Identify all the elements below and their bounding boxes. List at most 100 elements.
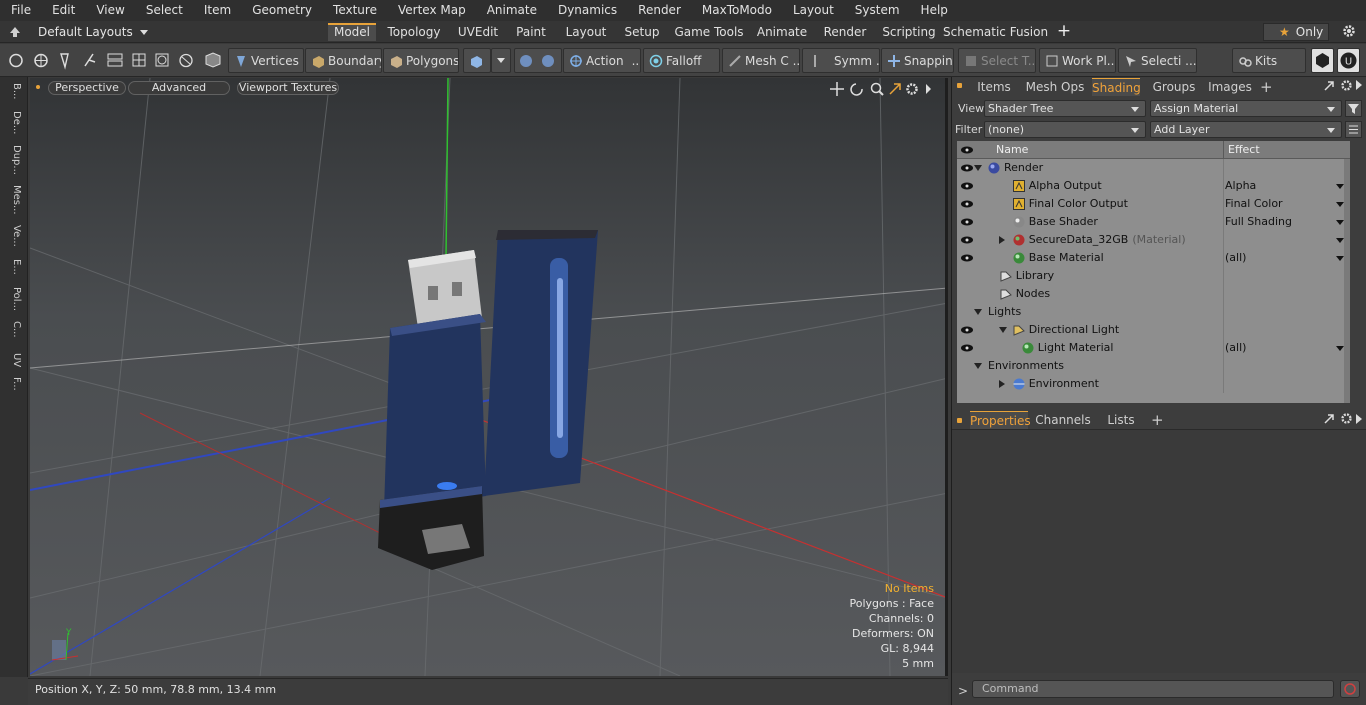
visibility-eye-icon[interactable] [960, 324, 974, 336]
properties-expand-icon[interactable] [1323, 413, 1335, 425]
properties-tab-channels[interactable]: Channels [1034, 411, 1092, 429]
tree-row[interactable]: Final Color Output Final Color [957, 195, 1350, 213]
properties-gear-icon[interactable] [1340, 412, 1353, 425]
tab-game-tools[interactable]: Game Tools [670, 23, 748, 41]
menu-texture[interactable]: Texture [322, 0, 387, 21]
left-tab-4[interactable]: Ve... [4, 225, 22, 247]
effect-dropdown-icon[interactable] [1336, 256, 1344, 261]
tab-layout[interactable]: Layout [556, 23, 616, 41]
mode-dropdown-button[interactable] [491, 48, 511, 73]
tree-row-effect[interactable]: (all) [1225, 341, 1246, 354]
command-record-button[interactable] [1340, 680, 1360, 698]
left-tab-8[interactable]: UV [4, 353, 22, 367]
add-properties-tab-button[interactable]: + [1151, 411, 1164, 429]
menu-layout[interactable]: Layout [782, 0, 844, 21]
snapping-button[interactable]: Snapping [881, 48, 954, 73]
vertices-button[interactable]: Vertices [228, 48, 304, 73]
panel-tab-images[interactable]: Images [1204, 78, 1256, 96]
menu-maxtomodo[interactable]: MaxToModo [691, 0, 782, 21]
add-tab-button[interactable]: + [1056, 22, 1072, 40]
tree-row-effect[interactable]: Final Color [1225, 197, 1283, 210]
left-tab-6[interactable]: Pol... [4, 287, 22, 311]
left-tab-1[interactable]: De... [4, 111, 22, 134]
usb-body[interactable] [378, 314, 486, 570]
properties-tab-properties[interactable]: Properties [970, 411, 1031, 429]
tree-row[interactable]: Environment [957, 375, 1350, 393]
tree-row[interactable]: Library [957, 267, 1350, 285]
tree-row[interactable]: Alpha Output Alpha [957, 177, 1350, 195]
panel-arrow-icon[interactable] [1356, 80, 1362, 90]
tab-schematic-fusion[interactable]: Schematic Fusion [943, 23, 1048, 41]
menu-file[interactable]: File [0, 0, 41, 21]
assign-material-dropdown[interactable]: Assign Material [1150, 100, 1342, 117]
menu-help[interactable]: Help [910, 0, 958, 21]
filter-funnel-icon[interactable] [1345, 100, 1362, 117]
tree-scrollbar[interactable] [1344, 159, 1350, 403]
tree-row[interactable]: Base Material (all) [957, 249, 1350, 267]
perspective-button[interactable]: Perspective [48, 81, 126, 95]
visibility-eye-icon[interactable] [960, 216, 974, 228]
unreal-logo-button[interactable]: U [1337, 48, 1360, 73]
effect-column-header[interactable]: Effect [1228, 143, 1260, 156]
tree-row[interactable]: Environments [957, 357, 1350, 375]
tab-model[interactable]: Model [328, 23, 376, 41]
menu-geometry[interactable]: Geometry [241, 0, 322, 21]
tab-scripting[interactable]: Scripting [880, 23, 938, 41]
visibility-eye-icon[interactable] [960, 180, 974, 192]
work-plane-button[interactable]: Work Pl... [1039, 48, 1116, 73]
tree-row-effect[interactable]: (all) [1225, 251, 1246, 264]
menu-animate[interactable]: Animate [476, 0, 547, 21]
effect-dropdown-icon[interactable] [1336, 202, 1344, 207]
command-input[interactable]: Command [972, 680, 1334, 698]
filter-dropdown[interactable]: (none) [984, 121, 1146, 138]
visibility-eye-icon[interactable] [960, 162, 974, 174]
left-tab-3[interactable]: Mes... [4, 185, 22, 215]
name-column-header[interactable]: Name [996, 143, 1028, 156]
panel-tab-mesh-ops[interactable]: Mesh Ops [1024, 78, 1086, 96]
tree-row-effect[interactable]: Full Shading [1225, 215, 1292, 228]
expand-down-icon[interactable] [998, 327, 1007, 333]
effect-dropdown-icon[interactable] [1336, 238, 1344, 243]
kits-button[interactable]: Kits [1232, 48, 1306, 73]
selection-sets-button[interactable]: Selecti ... [1118, 48, 1197, 73]
view-dropdown[interactable]: Shader Tree [984, 100, 1146, 117]
add-layer-dropdown[interactable]: Add Layer [1150, 121, 1342, 138]
select-through-button[interactable]: Select T... [958, 48, 1036, 73]
tab-render[interactable]: Render [816, 23, 874, 41]
expand-right-icon[interactable] [998, 380, 1005, 388]
boundary-button[interactable]: Boundary [305, 48, 382, 73]
tab-paint[interactable]: Paint [510, 23, 552, 41]
tree-row[interactable]: Lights [957, 303, 1350, 321]
only-toggle[interactable]: ★ Only [1263, 23, 1329, 41]
default-layouts-dropdown[interactable]: Default Layouts [38, 23, 148, 41]
symmetry-button[interactable]: Symm ... [802, 48, 880, 73]
menu-edit[interactable]: Edit [41, 0, 85, 21]
tree-row[interactable]: Nodes [957, 285, 1350, 303]
properties-panel-menu-icon[interactable] [957, 418, 962, 423]
properties-tab-lists[interactable]: Lists [1098, 411, 1144, 429]
viewport-nav-icons[interactable] [830, 81, 935, 97]
polygons-button[interactable]: Polygons [383, 48, 459, 73]
panel-tab-items[interactable]: Items [968, 78, 1020, 96]
menu-vertex-map[interactable]: Vertex Map [387, 0, 476, 21]
viewport-menu-dot[interactable] [36, 85, 40, 89]
expand-down-icon[interactable] [974, 309, 982, 315]
tree-row[interactable]: Render [957, 159, 1350, 177]
menu-system[interactable]: System [844, 0, 910, 21]
panel-gear-icon[interactable] [1340, 79, 1353, 92]
modo-logo-button[interactable] [1311, 48, 1334, 73]
menu-select[interactable]: Select [135, 0, 193, 21]
left-tab-9[interactable]: F... [4, 377, 22, 391]
panel-tab-groups[interactable]: Groups [1148, 78, 1200, 96]
tab-animate[interactable]: Animate [752, 23, 812, 41]
tree-row[interactable]: Light Material (all) [957, 339, 1350, 357]
tree-row[interactable]: Base Shader Full Shading [957, 213, 1350, 231]
tab-topology[interactable]: Topology [380, 23, 448, 41]
expand-right-icon[interactable] [998, 236, 1005, 244]
left-tab-7[interactable]: C... [4, 321, 22, 338]
left-tab-5[interactable]: E... [4, 259, 22, 275]
expand-down-icon[interactable] [974, 363, 982, 369]
usb-cap[interactable] [484, 230, 598, 496]
item-mode-button[interactable] [463, 48, 491, 73]
visibility-eye-icon[interactable] [960, 252, 974, 264]
